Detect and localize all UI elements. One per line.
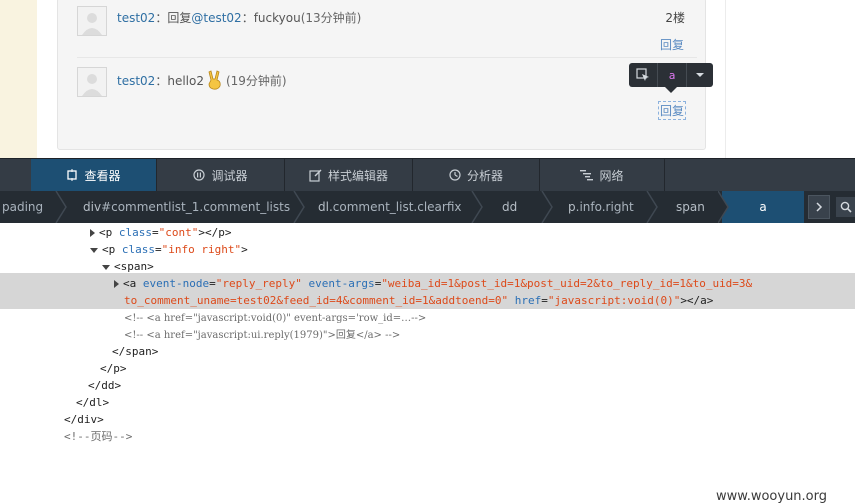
mention-link[interactable]: @test02 (191, 11, 241, 25)
web-page: test02：回复@test02：fuckyou(13分钟前) 2楼 回复 te… (0, 0, 855, 158)
breadcrumb-separator (55, 191, 67, 223)
mention-colon: ： (241, 11, 254, 25)
style-editor-icon (309, 169, 322, 182)
search-icon[interactable] (836, 197, 855, 217)
comment-item: test02：回复@test02：fuckyou(13分钟前) 2楼 (77, 6, 697, 46)
breadcrumb-separator (471, 191, 483, 223)
tab-label: 查看器 (84, 168, 121, 183)
markup-line-selected-cont[interactable]: to_comment_uname=test02&feed_id=4&commen… (124, 292, 713, 309)
toolbar-pointer (665, 87, 677, 93)
comment-divider (77, 57, 697, 58)
comment-item: test02：hello2 (19分钟前) (77, 67, 697, 107)
floor-number: 2楼 (665, 11, 685, 25)
breadcrumb-item-active[interactable]: a (722, 191, 804, 223)
comment-time: (19分钟前) (225, 74, 287, 88)
breadcrumb-separator (718, 191, 729, 223)
markup-line[interactable]: </span> (112, 343, 158, 360)
breadcrumb-item[interactable]: dd (502, 191, 517, 223)
markup-line[interactable]: </dd> (88, 377, 121, 394)
markup-line[interactable]: </p> (100, 360, 127, 377)
debugger-pause-icon (193, 169, 206, 181)
markup-view: <p class="cont"></p> <p class="info righ… (0, 223, 855, 504)
breadcrumb: pading div #commentlist_1.comment_lists d… (0, 191, 855, 223)
profiler-icon (449, 169, 461, 181)
tab-debugger[interactable]: 调试器 (157, 159, 285, 191)
collapse-twisty-icon[interactable] (102, 264, 110, 270)
caret-down-icon[interactable] (687, 63, 713, 87)
breadcrumb-item[interactable]: p .info.right (568, 191, 634, 223)
inspector-icon (66, 169, 78, 181)
node-picker-icon[interactable] (629, 63, 658, 87)
collapse-twisty-icon[interactable] (90, 247, 98, 253)
tab-network[interactable]: 网络 (540, 159, 665, 191)
breadcrumb-separator (293, 191, 305, 223)
markup-line[interactable]: <p class="cont"></p> (90, 224, 232, 241)
comment-colon: ： (155, 11, 168, 25)
markup-line[interactable]: <span> (102, 258, 154, 275)
avatar[interactable] (77, 67, 107, 97)
markup-line[interactable]: <p class="info right"> (90, 241, 248, 258)
breadcrumb-separator (646, 191, 658, 223)
breadcrumb-scroll-right-button[interactable] (808, 195, 830, 219)
markup-line[interactable]: </dl> (76, 394, 109, 411)
markup-comment-line[interactable]: <!-- <a href="javascript:ui.reply(1979)"… (124, 326, 400, 343)
right-column (725, 0, 855, 158)
tabbar-spacer (0, 159, 32, 191)
breadcrumb-separator (541, 191, 553, 223)
markup-line[interactable]: </div> (64, 411, 104, 428)
comment-text-line: test02：hello2 (19分钟前) (117, 70, 287, 93)
markup-comment-line[interactable]: <!--页码--> (64, 428, 132, 445)
tab-label: 网络 (599, 168, 624, 183)
comment-username[interactable]: test02 (117, 11, 155, 25)
chevron-right-icon (815, 202, 822, 212)
inspector-node-toolbar: a (629, 63, 713, 93)
left-margin-strip (0, 0, 37, 158)
breadcrumb-item[interactable]: span (676, 191, 705, 223)
tab-style-editor[interactable]: 样式编辑器 (285, 159, 413, 191)
watermark: www.wooyun.org (716, 489, 828, 504)
tab-label: 分析器 (466, 168, 503, 183)
reply-prefix: 回复 (167, 11, 192, 25)
comment-username[interactable]: test02 (117, 74, 155, 88)
victory-hand-emoji-icon (206, 70, 224, 93)
network-icon (580, 169, 594, 181)
devtools-tabbar: 查看器 调试器 样式编辑器 分析器 网络 (0, 158, 855, 191)
breadcrumb-item[interactable]: dl .comment_list.clearfix (318, 191, 461, 223)
tab-inspector[interactable]: 查看器 (31, 159, 157, 191)
tab-profiler[interactable]: 分析器 (413, 159, 540, 191)
avatar[interactable] (77, 6, 107, 36)
reply-link[interactable]: 回复 (660, 36, 684, 53)
comment-time: (13分钟前) (300, 11, 362, 25)
markup-comment-line[interactable]: <!-- <a href="javascript:void(0)" event-… (124, 309, 426, 326)
tab-label: 调试器 (211, 168, 248, 183)
comment-text-line: test02：回复@test02：fuckyou(13分钟前) (117, 9, 361, 26)
comment-colon: ： (155, 74, 168, 88)
expand-twisty-icon[interactable] (114, 280, 119, 288)
node-tag-label[interactable]: a (658, 63, 687, 87)
devtools-panel: 查看器 调试器 样式编辑器 分析器 网络 pading div #commentl… (0, 158, 855, 504)
markup-line-selected[interactable]: <a event-node="reply_reply" event-args="… (114, 275, 752, 292)
comment-body: fuckyou (253, 11, 301, 25)
breadcrumb-item[interactable]: pading (2, 191, 43, 223)
comment-body: hello2 (167, 74, 204, 88)
expand-twisty-icon[interactable] (90, 229, 95, 237)
reply-link-highlighted[interactable]: 回复 (658, 101, 687, 120)
tab-label: 样式编辑器 (327, 168, 388, 183)
breadcrumb-item[interactable]: div #commentlist_1.comment_lists (83, 191, 290, 223)
